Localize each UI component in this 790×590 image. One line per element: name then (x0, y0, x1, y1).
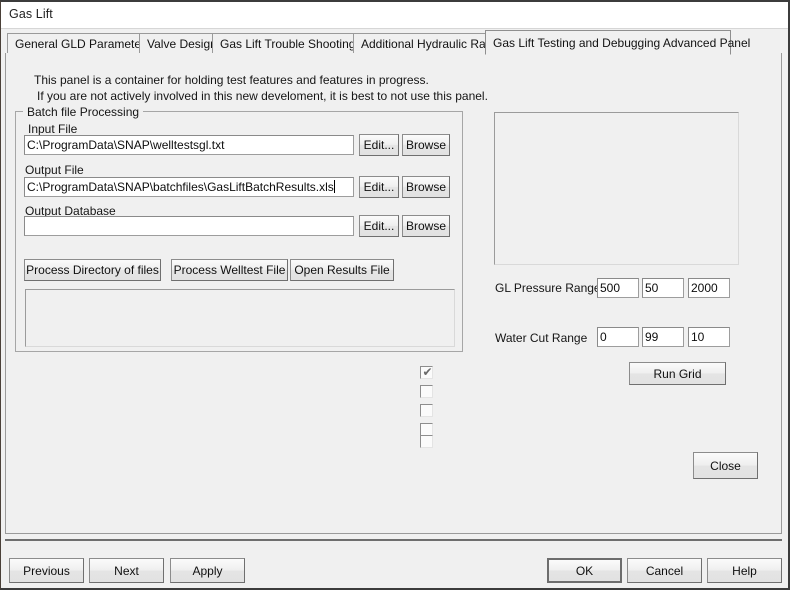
field-value: 50 (645, 281, 659, 295)
option-checkbox-3[interactable] (420, 404, 433, 417)
button-label: Process Welltest File (173, 263, 286, 277)
check-icon (422, 423, 433, 434)
check-icon (422, 385, 433, 396)
tab-gas-lift-testing-and-debugging-advanced-panel[interactable]: Gas Lift Testing and Debugging Advanced … (485, 30, 750, 55)
help-button[interactable]: Help (707, 558, 782, 583)
button-label: Browse (405, 138, 446, 152)
gl-pressure-range-label: GL Pressure Range (495, 281, 601, 295)
button-label: Run Grid (653, 366, 702, 381)
check-icon: ✔ (422, 365, 433, 379)
option-checkbox-2[interactable] (420, 385, 433, 398)
button-label: Previous (23, 563, 70, 578)
tab-label: Gas Lift Testing and Debugging Advanced … (493, 36, 751, 50)
field-value: 99 (645, 330, 659, 344)
input-file-label: Input File (28, 122, 78, 136)
ok-button[interactable]: OK (547, 558, 622, 583)
process-directory-of-files-button[interactable]: Process Directory of files (24, 259, 161, 281)
input-file-edit-button[interactable]: Edit... (359, 134, 399, 156)
output-file-browse-button[interactable]: Browse (402, 176, 450, 198)
button-label: Close (710, 458, 741, 473)
water-cut-range-start-field[interactable]: 0 (597, 327, 639, 347)
button-label: OK (575, 563, 594, 578)
run-grid-button[interactable]: Run Grid (629, 362, 726, 385)
output-database-browse-button[interactable]: Browse (402, 215, 450, 237)
field-value: 2000 (691, 281, 718, 295)
panel-note-line-2: If you are not actively involved in this… (37, 89, 488, 103)
output-database-field[interactable] (24, 216, 354, 236)
output-file-value: C:\ProgramData\SNAP\batchfiles\GasLiftBa… (27, 180, 334, 194)
output-file-edit-button[interactable]: Edit... (359, 176, 399, 198)
gas-lift-dialog-window: Gas Lift General GLD Parameters Valve De… (0, 0, 790, 590)
tab-label: General GLD Parameters (15, 37, 152, 51)
button-label: Process Directory of files (26, 263, 159, 277)
button-label: Next (114, 563, 139, 578)
panel-note-line-1: This panel is a container for holding te… (34, 73, 429, 87)
close-button[interactable]: Close (693, 452, 758, 479)
button-label: Edit... (363, 180, 395, 194)
tab-general-gld-parameters[interactable]: General GLD Parameters (7, 33, 152, 54)
apply-button[interactable]: Apply (170, 558, 245, 583)
water-cut-range-label: Water Cut Range (495, 331, 588, 345)
button-label: Apply (192, 563, 223, 578)
tab-label: Additional Hydraulic Rates (361, 37, 502, 51)
water-cut-range-step-field[interactable]: 99 (642, 327, 684, 347)
button-label: Edit... (363, 138, 395, 152)
button-label: Browse (405, 180, 446, 194)
output-database-edit-button[interactable]: Edit... (359, 215, 399, 237)
grid-preview-panel[interactable] (494, 112, 739, 265)
input-file-browse-button[interactable]: Browse (402, 134, 450, 156)
tab-gas-lift-trouble-shooting[interactable]: Gas Lift Trouble Shooting (212, 33, 359, 54)
check-icon (422, 404, 433, 415)
button-label: Open Results File (294, 263, 390, 277)
title-bar: Gas Lift (1, 2, 788, 29)
output-file-field[interactable]: C:\ProgramData\SNAP\batchfiles\GasLiftBa… (24, 177, 354, 197)
tab-additional-hydraulic-rates[interactable]: Additional Hydraulic Rates (353, 33, 502, 54)
batch-log-listbox[interactable] (25, 289, 455, 347)
previous-button[interactable]: Previous (9, 558, 84, 583)
tab-label: Gas Lift Trouble Shooting (220, 37, 356, 51)
water-cut-range-end-field[interactable]: 10 (688, 327, 730, 347)
button-label: Help (732, 563, 757, 578)
open-results-file-button[interactable]: Open Results File (290, 259, 394, 281)
gl-pressure-range-step-field[interactable]: 50 (642, 278, 684, 298)
check-icon (422, 435, 433, 446)
option-checkbox-1[interactable]: ✔ (420, 366, 433, 379)
gl-pressure-range-end-field[interactable]: 2000 (688, 278, 730, 298)
tab-valve-design[interactable]: Valve Design (139, 33, 217, 54)
output-file-label: Output File (25, 163, 84, 177)
button-label: Cancel (645, 563, 684, 578)
tab-strip: General GLD Parameters Valve Design Gas … (1, 29, 788, 55)
field-value: 10 (691, 330, 705, 344)
window-title: Gas Lift (9, 7, 53, 21)
next-button[interactable]: Next (89, 558, 164, 583)
option-checkbox-5[interactable] (420, 435, 433, 448)
input-file-field[interactable]: C:\ProgramData\SNAP\welltestsgl.txt (24, 135, 354, 155)
batch-file-processing-legend: Batch file Processing (23, 105, 144, 119)
tab-label: Valve Design (147, 37, 217, 51)
gl-pressure-range-start-field[interactable]: 500 (597, 278, 639, 298)
field-value: 500 (600, 281, 621, 295)
button-label: Browse (405, 219, 446, 233)
cancel-button[interactable]: Cancel (627, 558, 702, 583)
button-label: Edit... (363, 219, 395, 233)
input-file-value: C:\ProgramData\SNAP\welltestsgl.txt (27, 138, 225, 152)
text-caret (333, 180, 335, 193)
footer-bar: Previous Next Apply OK Cancel Help (1, 541, 788, 588)
process-welltest-file-button[interactable]: Process Welltest File (171, 259, 288, 281)
field-value: 0 (600, 330, 607, 344)
